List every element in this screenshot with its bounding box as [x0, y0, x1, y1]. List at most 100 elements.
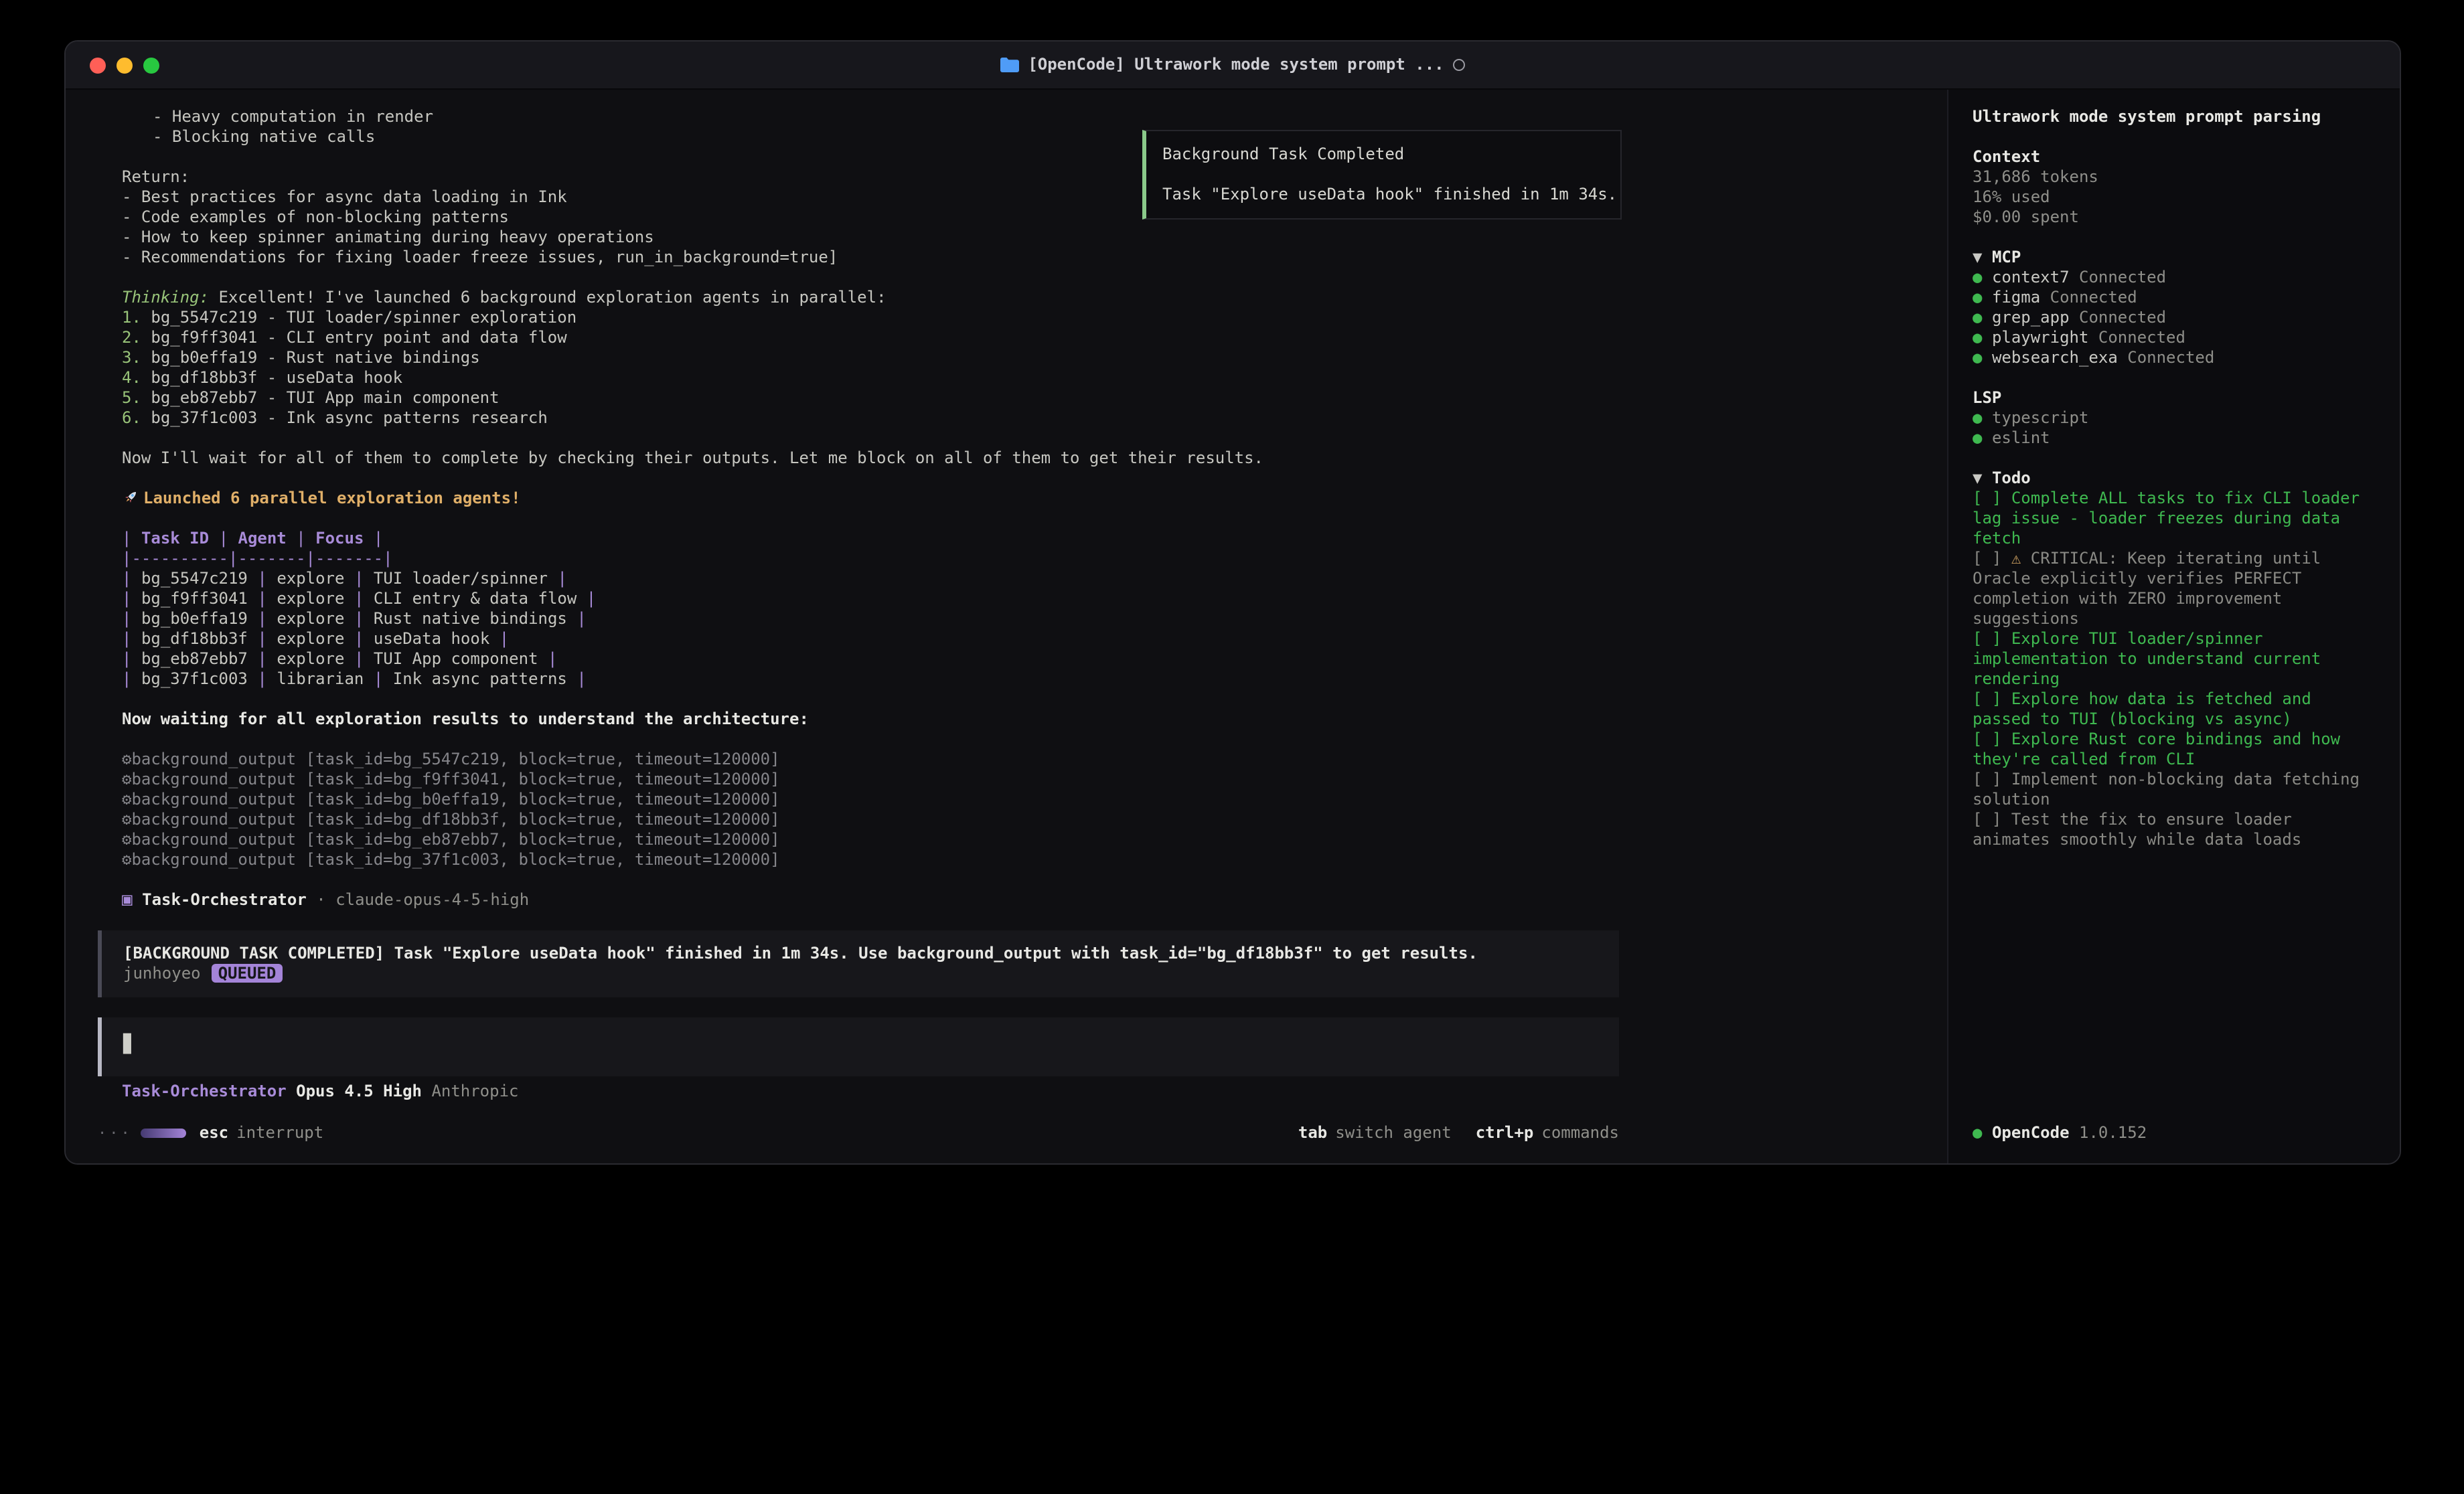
todo-checkbox: [ ] — [1973, 549, 2001, 568]
todo-item: [ ] Implement non-blocking data fetching… — [1973, 770, 2376, 810]
status-circle-icon — [1454, 59, 1466, 71]
window-title: [OpenCode] Ultrawork mode system prompt … — [66, 55, 2400, 75]
status-dot-icon: ● — [1973, 428, 1982, 447]
todo-checkbox: [ ] — [1973, 810, 2001, 829]
rocket-icon — [122, 489, 139, 506]
status-dot-icon: ● — [1973, 308, 1982, 327]
app-name: OpenCode — [1992, 1123, 2070, 1142]
launched-line: Launched 6 parallel exploration agents! — [66, 489, 1947, 509]
traffic-lights — [66, 57, 159, 73]
chat-main: - Heavy computation in render - Blocking… — [66, 90, 1947, 1163]
minimize-button[interactable] — [117, 57, 133, 73]
status-dot-icon: ● — [1973, 268, 1982, 286]
ctrlp-key-hint: ctrl+p — [1476, 1123, 1534, 1143]
toast-body: Task "Explore useData hook" finished in … — [1162, 185, 1604, 205]
tool-call-line: ⚙background_output [task_id=bg_b0effa19,… — [66, 790, 1947, 810]
terminal-window: [OpenCode] Ultrawork mode system prompt … — [64, 40, 2401, 1165]
lsp-item: ● eslint — [1973, 428, 2376, 448]
mcp-item: ● grep_app Connected — [1973, 308, 2376, 328]
table-header: | Task ID | Agent | Focus | — [66, 529, 1947, 549]
status-dot-icon: ● — [1973, 1123, 1982, 1142]
todo-item: [ ] Explore TUI loader/spinner implement… — [1973, 629, 2376, 689]
status-bar: ··· escinterrupt tabswitch agent ctrl+pc… — [98, 1123, 1619, 1143]
agent-list-item: 6. bg_37f1c003 - Ink async patterns rese… — [66, 408, 1947, 428]
mcp-item: ● websearch_exa Connected — [1973, 348, 2376, 368]
tool-call-line: ⚙background_output [task_id=bg_f9ff3041,… — [66, 770, 1947, 790]
spinner-dots-icon: ··· — [98, 1123, 133, 1143]
message-author: junhoyeo — [123, 964, 201, 983]
app-version-footer: ● OpenCode 1.0.152 — [1973, 1123, 2147, 1143]
wait-text: Now I'll wait for all of them to complet… — [66, 448, 1947, 469]
table-row: | bg_f9ff3041 | explore | CLI entry & da… — [66, 589, 1947, 609]
return-item: - Recommendations for fixing loader free… — [66, 248, 1947, 268]
lsp-item: ● typescript — [1973, 408, 2376, 428]
tool-call-line: ⚙background_output [task_id=bg_5547c219,… — [66, 750, 1947, 770]
status-dot-icon: ● — [1973, 288, 1982, 307]
thinking-label: Thinking: — [122, 288, 209, 307]
todo-item: [ ] Explore Rust core bindings and how t… — [1973, 730, 2376, 770]
return-item: - Best practices for async data loading … — [66, 187, 1947, 208]
background-task-message: [BACKGROUND TASK COMPLETED] Task "Explor… — [98, 930, 1619, 997]
orchestrator-icon: ▣ — [122, 890, 133, 910]
return-heading: Return: — [66, 167, 1947, 187]
agent-list-item: 3. bg_b0effa19 - Rust native bindings — [66, 348, 1947, 368]
window-title-text: [OpenCode] Ultrawork mode system prompt … — [1028, 55, 1444, 75]
orchestrator-name: Task-Orchestrator — [142, 890, 307, 909]
table-row: | bg_eb87ebb7 | explore | TUI App compon… — [66, 649, 1947, 669]
thinking-line: Thinking: Excellent! I've launched 6 bac… — [66, 288, 1947, 308]
close-button[interactable] — [90, 57, 106, 73]
context-used: 16% used — [1973, 187, 2376, 208]
window-titlebar[interactable]: [OpenCode] Ultrawork mode system prompt … — [66, 42, 2400, 90]
gear-icon: ⚙ — [122, 770, 131, 788]
agent-list-item: 5. bg_eb87ebb7 - TUI App main component — [66, 388, 1947, 408]
active-agent-provider: Anthropic — [431, 1082, 518, 1100]
toast-notification[interactable]: Background Task Completed Task "Explore … — [1142, 130, 1622, 220]
gear-icon: ⚙ — [122, 810, 131, 829]
return-item: - Code examples of non-blocking patterns — [66, 208, 1947, 228]
table-row: | bg_5547c219 | explore | TUI loader/spi… — [66, 569, 1947, 589]
active-agent-name: Task-Orchestrator — [122, 1082, 287, 1100]
todo-section-header[interactable]: ▼ Todo — [1973, 469, 2376, 489]
tool-call-line: ⚙background_output [task_id=bg_df18bb3f,… — [66, 810, 1947, 830]
context-tokens: 31,686 tokens — [1973, 167, 2376, 187]
table-row: | bg_37f1c003 | librarian | Ink async pa… — [66, 669, 1947, 689]
chevron-down-icon: ▼ — [1973, 248, 1982, 266]
progress-pill — [141, 1129, 186, 1138]
tool-call-line: ⚙background_output [task_id=bg_37f1c003,… — [66, 850, 1947, 870]
mcp-section-header[interactable]: ▼ MCP — [1973, 248, 2376, 268]
status-dot-icon: ● — [1973, 408, 1982, 427]
session-title: Ultrawork mode system prompt parsing — [1973, 107, 2376, 127]
todo-item: [ ] ⚠ CRITICAL: Keep iterating until Ora… — [1973, 549, 2376, 629]
orchestrator-line: ▣ Task-Orchestrator · claude-opus-4-5-hi… — [66, 890, 1947, 910]
mcp-item: ● figma Connected — [1973, 288, 2376, 308]
active-agent-line: Task-Orchestrator Opus 4.5 High Anthropi… — [122, 1082, 1947, 1102]
table-row: | bg_b0effa19 | explore | Rust native bi… — [66, 609, 1947, 629]
tab-key-hint: tab — [1298, 1123, 1327, 1143]
prompt-input[interactable]: ▊ — [98, 1017, 1619, 1076]
orchestrator-model: claude-opus-4-5-high — [335, 890, 529, 909]
tool-call-line: ⚙background_output [task_id=bg_eb87ebb7,… — [66, 830, 1947, 850]
context-spent: $0.00 spent — [1973, 208, 2376, 228]
mcp-item: ● context7 Connected — [1973, 268, 2376, 288]
chevron-down-icon: ▼ — [1973, 469, 1982, 487]
text-cursor: ▊ — [123, 1035, 134, 1055]
status-badge: QUEUED — [212, 964, 283, 983]
active-agent-model: Opus 4.5 High — [296, 1082, 422, 1100]
warning-icon: ⚠ — [2011, 549, 2021, 568]
lsp-section-header: LSP — [1973, 388, 2376, 408]
mcp-item: ● playwright Connected — [1973, 328, 2376, 348]
sidebar: Ultrawork mode system prompt parsing Con… — [1947, 90, 2400, 1163]
gear-icon: ⚙ — [122, 750, 131, 768]
todo-checkbox: [ ] — [1973, 730, 2001, 748]
table-row: | bg_df18bb3f | explore | useData hook | — [66, 629, 1947, 649]
todo-checkbox: [ ] — [1973, 689, 2001, 708]
esc-key-hint: esc — [200, 1123, 228, 1143]
scrollback-line: - Blocking native calls — [66, 127, 1947, 147]
todo-checkbox: [ ] — [1973, 629, 2001, 648]
gear-icon: ⚙ — [122, 830, 131, 849]
folder-icon — [1000, 58, 1018, 72]
todo-item: [ ] Test the fix to ensure loader animat… — [1973, 810, 2376, 850]
zoom-button[interactable] — [143, 57, 159, 73]
return-item: - How to keep spinner animating during h… — [66, 228, 1947, 248]
context-heading: Context — [1973, 147, 2376, 167]
